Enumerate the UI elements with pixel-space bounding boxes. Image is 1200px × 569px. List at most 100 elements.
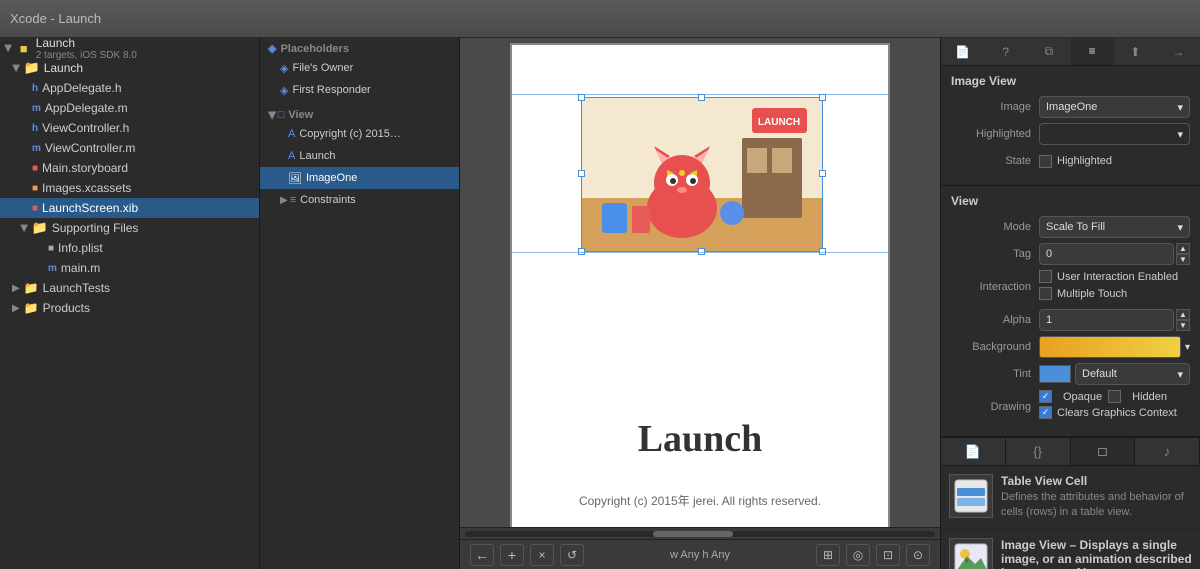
main-storyboard-label: Main.storyboard: [42, 161, 128, 175]
launch-folder-icon: 📁: [24, 60, 40, 76]
back-btn[interactable]: ←: [470, 544, 494, 566]
layout-btn1[interactable]: ⊞: [816, 544, 840, 566]
sidebar-item-launch-group[interactable]: ▶ 📁 Launch: [0, 58, 259, 78]
bottom-right-controls: ⊞ ◎ ⊡ ⊙: [816, 544, 930, 566]
expand-supporting-icon: ▶: [18, 224, 29, 232]
sidebar-item-viewcontroller-m[interactable]: m ViewController.m: [0, 138, 259, 158]
horizontal-scrollbar[interactable]: [460, 527, 940, 539]
h-icon: h: [32, 83, 38, 94]
bottom-left-controls: ← + × ↺: [470, 544, 584, 566]
app-title: Xcode - Launch: [10, 11, 101, 26]
tag-label: Tag: [951, 248, 1031, 260]
clears-graphics-checkbox[interactable]: [1039, 406, 1052, 419]
background-color-swatch[interactable]: [1039, 336, 1181, 358]
sidebar-item-images-xcassets[interactable]: ■ Images.xcassets: [0, 178, 259, 198]
lib-tab-file[interactable]: 📄: [941, 438, 1006, 465]
tint-color-swatch[interactable]: [1039, 365, 1071, 383]
highlighted-label: Highlighted: [951, 128, 1031, 140]
outline-copyright[interactable]: A Copyright (c) 2015…: [260, 123, 459, 145]
table-view-cell-icon: [949, 474, 993, 518]
outline-first-responder[interactable]: ◈ First Responder: [260, 79, 459, 101]
launch-title: Launch: [512, 417, 888, 461]
view-icon: □: [278, 109, 285, 121]
outline-files-owner[interactable]: ◈ File's Owner: [260, 57, 459, 79]
user-interaction-checkbox[interactable]: [1039, 270, 1052, 283]
background-row: Background ▾: [951, 336, 1190, 358]
scrollbar-thumb[interactable]: [653, 531, 733, 537]
inspector-tab-attributes[interactable]: ≡: [1071, 38, 1114, 65]
state-row: State Highlighted: [951, 150, 1190, 172]
sidebar-item-main-storyboard[interactable]: ■ Main.storyboard: [0, 158, 259, 178]
sidebar-item-supporting-files[interactable]: ▶ 📁 Supporting Files: [0, 218, 259, 238]
sidebar-item-viewcontroller-h[interactable]: h ViewController.h: [0, 118, 259, 138]
layout-btn3[interactable]: ⊡: [876, 544, 900, 566]
canvas-content[interactable]: •••: [460, 38, 940, 527]
mode-label: Mode: [951, 221, 1031, 233]
sidebar-item-launchtests[interactable]: ▶ 📁 LaunchTests: [0, 278, 259, 298]
outline-constraints[interactable]: ▶ ≡ Constraints: [260, 189, 459, 211]
lib-tab-object[interactable]: □: [1071, 438, 1136, 465]
outline-launch-label[interactable]: A Launch: [260, 145, 459, 167]
tag-down[interactable]: ▼: [1176, 254, 1190, 265]
opaque-checkbox[interactable]: [1039, 390, 1052, 403]
tag-up[interactable]: ▲: [1176, 243, 1190, 254]
interaction-row: Interaction User Interaction Enabled Mul…: [951, 270, 1190, 304]
inspector-tab-help[interactable]: ?: [984, 38, 1027, 65]
object-table-view-cell[interactable]: Table View Cell Defines the attributes a…: [941, 466, 1200, 530]
outline-imageone[interactable]: 🖼 ImageOne: [260, 167, 459, 189]
inspector-tab-identity[interactable]: ⧉: [1027, 38, 1070, 65]
inspector-tab-file[interactable]: 📄: [941, 38, 984, 65]
tint-label: Tint: [951, 368, 1031, 380]
opaque-label: Opaque: [1063, 391, 1102, 403]
object-image-view[interactable]: Image View – Displays a single image, or…: [941, 530, 1200, 569]
sidebar-item-info-plist[interactable]: ■ Info.plist: [0, 238, 259, 258]
sidebar-project-root[interactable]: ▶ ■ Launch 2 targets, iOS SDK 8.0: [0, 38, 259, 58]
inspector-tab-size[interactable]: ⬆: [1114, 38, 1157, 65]
hidden-checkbox[interactable]: [1108, 390, 1121, 403]
copyright-label: Copyright (c) 2015年 jerei. All rights re…: [512, 492, 888, 509]
multiple-touch-row: Multiple Touch: [1039, 287, 1127, 300]
image-select[interactable]: ImageOne ▾: [1039, 96, 1190, 118]
copyright-label: Copyright (c) 2015…: [299, 128, 401, 140]
sidebar-item-products[interactable]: ▶ 📁 Products: [0, 298, 259, 318]
handle-tl[interactable]: [578, 94, 585, 101]
tag-input[interactable]: [1039, 243, 1174, 265]
alpha-up[interactable]: ▲: [1176, 309, 1190, 320]
delete-btn[interactable]: ×: [530, 544, 554, 566]
add-btn[interactable]: +: [500, 544, 524, 566]
files-owner-label: File's Owner: [292, 62, 353, 74]
handle-ml[interactable]: [578, 170, 585, 177]
tag-control: ▲ ▼: [1039, 243, 1190, 265]
handle-tm[interactable]: [698, 94, 705, 101]
expand-icon: ▶: [10, 64, 21, 72]
alpha-down[interactable]: ▼: [1176, 320, 1190, 331]
clears-graphics-label: Clears Graphics Context: [1057, 407, 1177, 419]
alpha-control: ▲ ▼: [1039, 309, 1190, 331]
products-label: Products: [43, 301, 90, 315]
handle-tr[interactable]: [819, 94, 826, 101]
handle-mr[interactable]: [819, 170, 826, 177]
highlighted-select[interactable]: ▾: [1039, 123, 1190, 145]
tag-stepper: ▲ ▼: [1176, 243, 1190, 265]
device-frame[interactable]: LAUNCH Launch Copyright (c) 2015年 jerei.…: [510, 43, 890, 528]
sidebar-item-main-m[interactable]: m main.m: [0, 258, 259, 278]
layout-btn4[interactable]: ⊙: [906, 544, 930, 566]
inspector-tab-connections[interactable]: →: [1157, 38, 1200, 65]
refresh-btn[interactable]: ↺: [560, 544, 584, 566]
mode-value: Scale To Fill: [1046, 221, 1105, 233]
tint-select[interactable]: Default ▾: [1075, 363, 1190, 385]
multiple-touch-checkbox[interactable]: [1039, 287, 1052, 300]
interaction-label: Interaction: [951, 281, 1031, 293]
alpha-input[interactable]: [1039, 309, 1174, 331]
lib-tab-media[interactable]: ♪: [1135, 438, 1200, 465]
highlighted-checkbox[interactable]: [1039, 155, 1052, 168]
sidebar-item-launchscreen-xib[interactable]: ■ LaunchScreen.xib: [0, 198, 259, 218]
size-label: w Any h Any: [670, 549, 730, 561]
canvas-bottom-bar: ← + × ↺ w Any h Any ⊞ ◎ ⊡ ⊙: [460, 539, 940, 569]
sidebar-item-appdelegate-h[interactable]: h AppDelegate.h: [0, 78, 259, 98]
layout-btn2[interactable]: ◎: [846, 544, 870, 566]
lib-tab-code[interactable]: {}: [1006, 438, 1071, 465]
image-value: ImageOne: [1046, 101, 1097, 113]
sidebar-item-appdelegate-m[interactable]: m AppDelegate.m: [0, 98, 259, 118]
mode-select[interactable]: Scale To Fill ▾: [1039, 216, 1190, 238]
